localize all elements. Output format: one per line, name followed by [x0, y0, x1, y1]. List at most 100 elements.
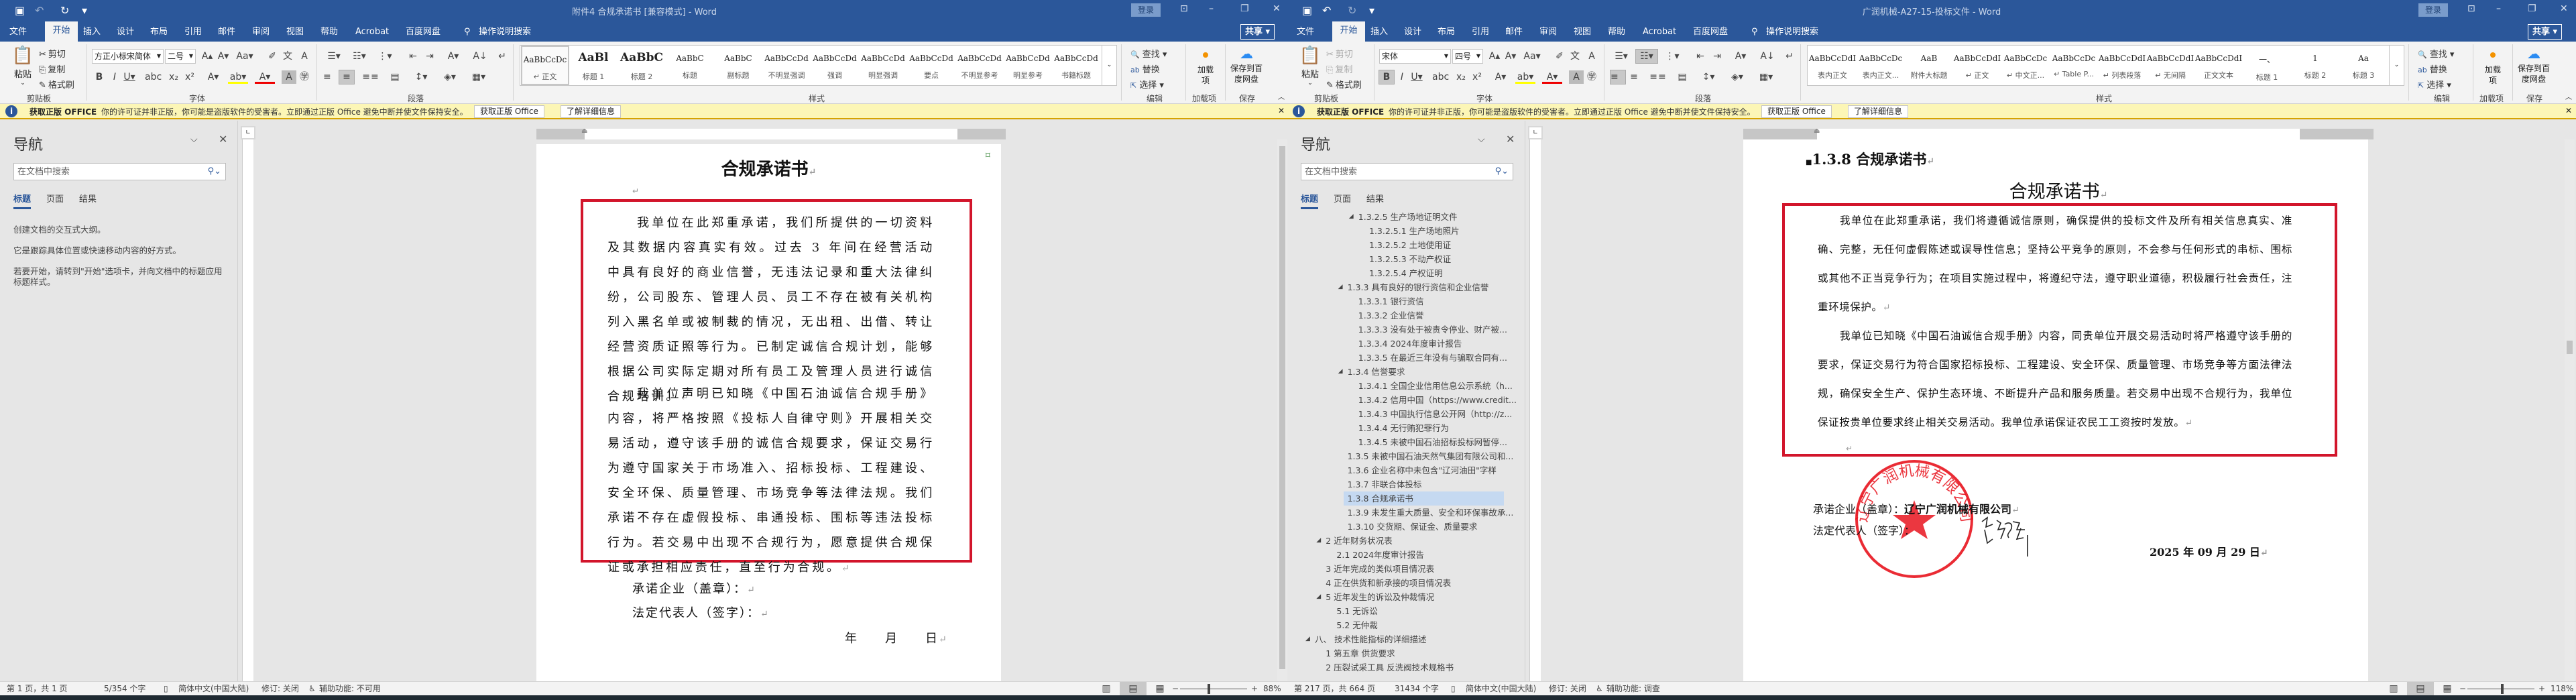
tab-10[interactable]: Acrobat [1643, 25, 1676, 42]
get-genuine-office-button[interactable]: 获取正版 Office [474, 105, 544, 118]
style-item[interactable]: AaBbC 副标题 [714, 46, 762, 85]
sign-in-button[interactable]: 登录 [2418, 3, 2448, 17]
tab-11[interactable]: 百度网盘 [406, 25, 441, 42]
find-button[interactable]: 🔍 查找 ▾ [1130, 47, 1167, 60]
nav-heading-item[interactable]: 1.3.3.5 在最近三年没有与骗取合同有... [1358, 351, 1507, 365]
nav-heading-item[interactable]: 1.3.4.2 信用中国（https://www.credit... [1358, 393, 1517, 407]
web-layout-icon[interactable]: ▦ [2434, 682, 2461, 695]
nav-search-input[interactable]: 在文档中搜索 ⚲⌄ [13, 163, 226, 180]
zoom-out-button[interactable]: − [1172, 682, 1179, 695]
tab-7[interactable]: 审阅 [252, 25, 270, 42]
close-info-bar-icon[interactable]: ✕ [1278, 106, 1285, 115]
phonetic-guide-icon[interactable]: 文 [1568, 50, 1582, 63]
align-center-icon[interactable]: ≡ [339, 70, 355, 84]
word-count[interactable]: 31434 个字 [1395, 682, 1439, 695]
nav-heading-item[interactable]: ◢ 八、 技术性能指标的详细描述 [1305, 632, 1426, 646]
sign-in-button[interactable]: 登录 [1131, 3, 1161, 17]
ribbon-display-options-icon[interactable]: ⊡ [2467, 3, 2475, 14]
style-item[interactable]: AaBbC 标题 2 [618, 46, 666, 85]
font-name-select[interactable]: 方正小标宋简体 ▼ [92, 49, 164, 64]
nav-heading-item[interactable]: 1.3.5 未被中国石油天然气集团有限公司和... [1348, 449, 1514, 463]
nav-tab-0[interactable]: 标题 [13, 192, 31, 205]
clear-formatting-icon[interactable]: ✐ [1552, 50, 1567, 63]
nav-tab-0[interactable]: 标题 [1301, 192, 1318, 205]
font-color-icon[interactable]: A▾ [255, 70, 275, 84]
tab-8[interactable]: 视图 [1574, 25, 1591, 42]
tab-1[interactable]: 开始 [1332, 21, 1365, 42]
ruler-tab-selector[interactable]: ∟ [1528, 126, 1543, 139]
shrink-font-icon[interactable]: A▾ [1503, 50, 1518, 63]
nav-heading-item[interactable]: 5.1 无诉讼 [1336, 604, 1377, 618]
font-name-select[interactable]: 宋体 ▼ [1379, 49, 1451, 64]
vertical-scrollbar[interactable] [1277, 139, 1287, 681]
nav-heading-item[interactable]: 1.3.6 企业名称中未包含"辽河油田"字样 [1348, 463, 1497, 477]
style-item[interactable]: AaBbCcDc ↵ 中文正... [2001, 46, 2050, 85]
numbering-icon[interactable]: ☷▾ [1635, 49, 1658, 64]
addins-button[interactable]: 加载项 [1191, 47, 1220, 86]
style-item[interactable]: AaBbCcDd 明显强调 [859, 46, 907, 85]
collapse-ribbon-icon[interactable]: ︿ [1278, 91, 1285, 101]
nav-heading-item[interactable]: ◢ 5 近年发生的诉讼及仲裁情况 [1316, 590, 1434, 604]
style-item[interactable]: AaBbC 标题 [666, 46, 714, 85]
nav-heading-item[interactable]: 1.3.3.4 2024年度审计报告 [1358, 337, 1462, 351]
cut-button[interactable]: ✂ 剪切 [39, 47, 66, 60]
nav-tab-1[interactable]: 页面 [1334, 192, 1351, 205]
italic-icon[interactable]: I [107, 70, 122, 84]
print-layout-icon[interactable]: ▤ [2407, 682, 2434, 695]
tab-6[interactable]: 邮件 [218, 25, 235, 42]
show-marks-icon[interactable]: ↵ [495, 50, 510, 63]
nav-options-chevron-icon[interactable]: ⌵ [190, 134, 198, 145]
style-item[interactable]: 一、 标题 1 [2243, 46, 2291, 85]
text-effects-icon[interactable]: A▾ [203, 70, 223, 84]
nav-heading-item[interactable]: 1.3.3.2 企业信誉 [1358, 308, 1424, 323]
zoom-slider-thumb[interactable] [1208, 684, 1211, 694]
style-item[interactable]: AaBbCcDc 表内正文... [1857, 46, 1905, 85]
font-size-select[interactable]: 二号 ▼ [165, 49, 196, 64]
style-item[interactable]: AaBbCcDdI 正文文本 [2194, 46, 2243, 85]
share-button[interactable]: 共享 ▾ [2528, 24, 2563, 40]
read-mode-icon[interactable]: ▥ [2380, 682, 2407, 695]
nav-heading-item[interactable]: 1.3.9 未发生重大质量、安全和环保事故承... [1348, 506, 1514, 520]
language[interactable]: 简体中文(中国大陆) [178, 682, 249, 695]
phonetic-guide-icon[interactable]: 文 [280, 50, 295, 63]
nav-heading-item[interactable]: 1.3.8 合规承诺书 [1343, 491, 1504, 506]
numbering-icon[interactable]: ☷▾ [349, 50, 370, 63]
strikethrough-icon[interactable]: abc [1432, 70, 1449, 84]
tab-9[interactable]: 帮助 [320, 25, 338, 42]
close-icon[interactable]: ✕ [1273, 3, 1281, 14]
share-button[interactable]: 共享 ▾ [1240, 24, 1275, 40]
get-genuine-office-button[interactable]: 获取正版 Office [1761, 105, 1832, 118]
indent-marker-icon[interactable]: ⏏ [581, 127, 587, 135]
nav-heading-item[interactable]: 1.3.7 非联合体投标 [1348, 477, 1422, 491]
line-spacing-icon[interactable]: ↕▾ [1698, 70, 1719, 84]
tab-3[interactable]: 设计 [1404, 25, 1421, 42]
line-spacing-icon[interactable]: ↕▾ [410, 70, 432, 84]
page-count[interactable]: 第 1 页，共 1 页 [7, 682, 68, 695]
indent-marker-icon[interactable]: ⏏ [1814, 127, 1820, 135]
ribbon-display-options-icon[interactable]: ⊡ [1180, 3, 1188, 14]
bullets-icon[interactable]: ☰▾ [1611, 50, 1632, 63]
text-effects-icon[interactable]: A▾ [1490, 70, 1511, 84]
asian-layout-icon[interactable]: A▾ [1730, 50, 1751, 63]
nav-heading-item[interactable]: 1.3.2.5.2 土地使用证 [1369, 238, 1451, 252]
tell-me-search[interactable]: 操作说明搜索 [479, 25, 531, 42]
style-item[interactable]: AaBl 标题 1 [569, 46, 618, 85]
nav-heading-item[interactable]: ◢ 1.3.3 具有良好的银行资信和企业信誉 [1338, 280, 1489, 294]
align-left-icon[interactable]: ≡ [323, 70, 338, 84]
expanded-triangle-icon[interactable]: ◢ [1316, 590, 1321, 604]
style-item[interactable]: AaBbCcDdI 表内正文 [1808, 46, 1857, 85]
underline-icon[interactable]: U▾ [122, 70, 137, 84]
accessibility-status[interactable]: 辅助功能: 不可用 [319, 682, 381, 695]
tab-9[interactable]: 帮助 [1608, 25, 1625, 42]
nav-heading-item[interactable]: 1.3.3.3 没有处于被责令停业、财产被... [1358, 323, 1507, 337]
nav-heading-item[interactable]: ◢ 2 近年财务状况表 [1316, 534, 1392, 548]
show-marks-icon[interactable]: ↵ [1782, 50, 1797, 63]
font-color-icon[interactable]: A▾ [1542, 70, 1562, 84]
paste-button[interactable]: 📋 粘贴 ⌄ [11, 46, 35, 99]
style-item[interactable]: AaBbCcDd 不明显强调 [762, 46, 811, 85]
tab-0[interactable]: 文件 [9, 25, 27, 42]
learn-more-button[interactable]: 了解详细信息 [561, 105, 622, 118]
subscript-icon[interactable]: x₂ [1454, 70, 1468, 84]
scrollbar-thumb[interactable] [1279, 146, 1285, 669]
find-button[interactable]: 🔍 查找 ▾ [2418, 47, 2454, 60]
